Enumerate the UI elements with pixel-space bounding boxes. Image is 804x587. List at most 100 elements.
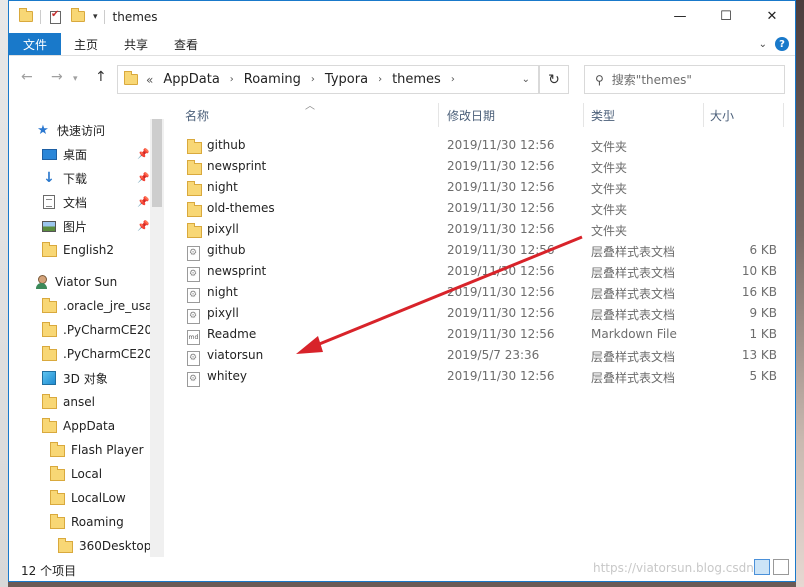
table-row[interactable]: github 2019/11/30 12:56 层叠样式表文档 6 KB <box>165 240 795 261</box>
column-header-date[interactable]: 修改日期 <box>447 101 577 129</box>
address-bar[interactable]: « AppData › Roaming › Typora › themes › … <box>117 65 539 94</box>
column-divider[interactable] <box>783 103 784 127</box>
table-row[interactable]: viatorsun 2019/5/7 23:36 层叠样式表文档 13 KB <box>165 345 795 366</box>
table-row[interactable]: night 2019/11/30 12:56 层叠样式表文档 16 KB <box>165 282 795 303</box>
pin-icon[interactable]: 📌 <box>137 221 149 232</box>
folder-icon <box>124 71 138 85</box>
3d-objects-icon <box>41 371 57 385</box>
column-divider[interactable] <box>703 103 704 127</box>
breadcrumb-chevron-icon[interactable]: › <box>311 74 315 85</box>
table-row[interactable]: pixyll 2019/11/30 12:56 层叠样式表文档 9 KB <box>165 303 795 324</box>
table-row[interactable]: old-themes 2019/11/30 12:56 文件夹 <box>165 198 795 219</box>
watermark-text: https://viatorsun.blog.csdn <box>593 561 754 575</box>
sidebar-scrollbar[interactable] <box>150 119 164 557</box>
sidebar-item-desktop[interactable]: 桌面 📌 <box>41 143 151 165</box>
navigation-pane: ★ 快速访问 桌面 📌 ↓ 下载 📌 文档 📌 图片 📌 English2 Vi… <box>9 101 164 557</box>
file-size: 13 KB <box>741 348 777 362</box>
overflow-chevron-icon[interactable]: « <box>146 73 153 87</box>
properties-icon[interactable] <box>50 9 61 24</box>
file-type: 文件夹 <box>591 182 628 196</box>
sidebar-item-oracle-jre[interactable]: .oracle_jre_usag <box>41 295 160 317</box>
sidebar-item-locallow[interactable]: LocalLow <box>49 487 126 509</box>
file-date: 2019/11/30 12:56 <box>447 285 555 299</box>
file-type: Markdown File <box>591 327 677 341</box>
pin-icon[interactable]: 📌 <box>137 173 149 184</box>
file-name: night <box>207 285 238 299</box>
file-type: 层叠样式表文档 <box>591 371 676 385</box>
sidebar-item-downloads[interactable]: ↓ 下载 📌 <box>41 167 151 189</box>
sidebar-item-label: English2 <box>63 243 114 257</box>
tab-view[interactable]: 查看 <box>161 33 211 55</box>
sidebar-item-360desktop[interactable]: 360Desktop <box>57 535 151 557</box>
desktop-icon <box>41 147 57 161</box>
table-row[interactable]: md Readme 2019/11/30 12:56 Markdown File 1 K… <box>165 324 795 345</box>
help-icon[interactable]: ? <box>775 37 789 51</box>
sidebar-item-english2[interactable]: English2 <box>41 239 114 261</box>
details-view-button[interactable] <box>754 559 770 575</box>
table-row[interactable]: night 2019/11/30 12:56 文件夹 <box>165 177 795 198</box>
column-header-size[interactable]: 大小 <box>710 101 780 129</box>
maximize-button[interactable]: ☐ <box>703 1 749 31</box>
address-dropdown-icon[interactable]: ⌄ <box>522 74 530 85</box>
breadcrumb-themes[interactable]: themes <box>392 72 441 87</box>
tab-share[interactable]: 共享 <box>111 33 161 55</box>
quick-access-dropdown-icon[interactable]: ▾ <box>93 12 98 22</box>
table-row[interactable]: github 2019/11/30 12:56 文件夹 <box>165 135 795 156</box>
folder-icon <box>41 345 57 361</box>
tab-file[interactable]: 文件 <box>9 33 62 55</box>
expand-ribbon-chevron-icon[interactable]: ⌄ <box>759 39 767 50</box>
sidebar-item-flash-player[interactable]: Flash Player <box>49 439 144 461</box>
up-arrow-icon[interactable]: ↑ <box>95 69 107 85</box>
desktop-background-right <box>796 0 804 587</box>
breadcrumb-typora[interactable]: Typora <box>325 72 368 87</box>
minimize-button[interactable]: — <box>657 1 703 31</box>
sidebar-item-appdata[interactable]: AppData <box>41 415 115 437</box>
sidebar-item-roaming[interactable]: Roaming <box>49 511 124 533</box>
sidebar-item-label: 文档 <box>63 195 88 210</box>
recent-locations-dropdown-icon[interactable]: ▾ <box>73 74 78 84</box>
refresh-button[interactable]: ↻ <box>539 65 569 94</box>
breadcrumb-chevron-icon[interactable]: › <box>451 74 455 85</box>
sidebar-item-ansel[interactable]: ansel <box>41 391 95 413</box>
pin-icon[interactable]: 📌 <box>137 197 149 208</box>
sidebar-item-label: .oracle_jre_usag <box>63 299 160 313</box>
table-row[interactable]: pixyll 2019/11/30 12:56 文件夹 <box>165 219 795 240</box>
sidebar-item-viator-sun[interactable]: Viator Sun <box>33 271 117 293</box>
back-arrow-icon[interactable]: ← <box>21 69 33 85</box>
table-row[interactable]: whitey 2019/11/30 12:56 层叠样式表文档 5 KB <box>165 366 795 387</box>
file-name: github <box>207 138 246 152</box>
forward-arrow-icon[interactable]: → <box>51 69 63 85</box>
file-date: 2019/11/30 12:56 <box>447 159 555 173</box>
sidebar-item-pycharm-2[interactable]: .PyCharmCE201 <box>41 343 160 365</box>
table-row[interactable]: newsprint 2019/11/30 12:56 文件夹 <box>165 156 795 177</box>
breadcrumb-appdata[interactable]: AppData <box>163 72 219 87</box>
navigation-bar: ← → ▾ ↑ « AppData › Roaming › Typora › t… <box>9 63 795 95</box>
desktop-background-left <box>0 0 8 587</box>
new-folder-icon[interactable] <box>71 8 85 23</box>
tab-home[interactable]: 主页 <box>61 33 111 55</box>
sidebar-item-label: Roaming <box>71 515 124 529</box>
sidebar-item-pycharm-1[interactable]: .PyCharmCE201 <box>41 319 160 341</box>
breadcrumb-chevron-icon[interactable]: › <box>230 74 234 85</box>
column-divider[interactable] <box>438 103 439 127</box>
column-header-name[interactable]: 名称 <box>185 101 435 129</box>
search-input[interactable]: ⚲ 搜索"themes" <box>584 65 785 94</box>
sidebar-item-pictures[interactable]: 图片 📌 <box>41 215 151 237</box>
column-header-type[interactable]: 类型 <box>591 101 701 129</box>
sidebar-scrollbar-thumb[interactable] <box>152 119 162 207</box>
sidebar-item-quick-access[interactable]: ★ 快速访问 <box>35 119 105 141</box>
file-name: viatorsun <box>207 348 264 362</box>
close-button[interactable]: ✕ <box>749 1 795 31</box>
column-divider[interactable] <box>583 103 584 127</box>
file-date: 2019/11/30 12:56 <box>447 222 555 236</box>
folder-icon <box>41 417 57 433</box>
breadcrumb-chevron-icon[interactable]: › <box>378 74 382 85</box>
sidebar-item-documents[interactable]: 文档 📌 <box>41 191 151 213</box>
table-row[interactable]: newsprint 2019/11/30 12:56 层叠样式表文档 10 KB <box>165 261 795 282</box>
pin-icon[interactable]: 📌 <box>137 149 149 160</box>
breadcrumb-roaming[interactable]: Roaming <box>244 72 301 87</box>
sidebar-item-local[interactable]: Local <box>49 463 102 485</box>
sidebar-item-label: 桌面 <box>63 147 88 162</box>
large-icons-view-button[interactable] <box>773 559 789 575</box>
sidebar-item-3d-objects[interactable]: 3D 对象 <box>41 367 108 389</box>
